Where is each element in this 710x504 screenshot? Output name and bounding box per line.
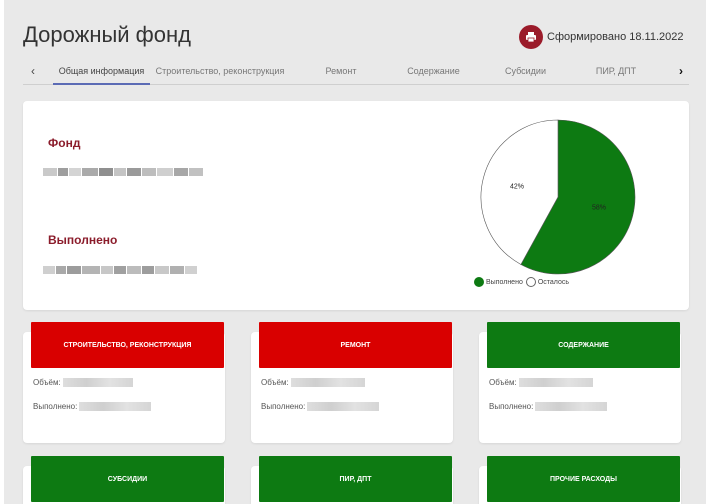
pie-label-remaining: 42% (510, 183, 524, 190)
tab-general[interactable]: Общая информация (53, 58, 150, 85)
done-value-redacted (307, 402, 380, 411)
summary-card: Фонд Выполнено 58% 42% Выполнено Осталось (23, 101, 689, 310)
legend-label-done: Выполнено (486, 278, 523, 286)
tab-repair[interactable]: Ремонт (311, 58, 371, 84)
done-label: Выполнено: (261, 402, 306, 411)
tab-bar: ‹ Общая информация Строительство, реконс… (23, 58, 689, 85)
left-border (0, 0, 4, 504)
tab-scroll-left-button[interactable]: ‹ (23, 58, 43, 84)
chevron-right-icon: › (679, 64, 683, 78)
tab-subsidies[interactable]: Субсидии (498, 58, 553, 84)
category-button-subsidies[interactable]: СУБСИДИИ (31, 456, 224, 502)
done-label: Выполнено (48, 233, 118, 247)
category-card-maintenance: СОДЕРЖАНИЕ Объём: Выполнено: (479, 322, 681, 443)
volume-label: Объём: (489, 378, 517, 387)
maintenance-done-row: Выполнено: (489, 402, 608, 411)
pie-label-done: 58% (592, 204, 606, 211)
tab-construction[interactable]: Строительство, реконструкция (156, 58, 285, 84)
pie-chart-svg: 58% 42% (480, 119, 636, 275)
category-card-construction: СТРОИТЕЛЬСТВО, РЕКОНСТРУКЦИЯ Объём: Выпо… (23, 322, 225, 443)
category-card-subsidies: СУБСИДИИ (23, 456, 225, 504)
construction-volume-row: Объём: (33, 378, 133, 387)
construction-done-row: Выполнено: (33, 402, 152, 411)
report-date: Сформировано 18.11.2022 (547, 31, 684, 43)
category-card-design: ПИР, ДПТ (251, 456, 453, 504)
volume-label: Объём: (261, 378, 289, 387)
category-button-repair[interactable]: РЕМОНТ (259, 322, 452, 368)
repair-volume-row: Объём: (261, 378, 365, 387)
done-value-redacted (79, 402, 152, 411)
fund-label: Фонд (48, 136, 81, 150)
tab-scroll-right-button[interactable]: › (671, 58, 691, 84)
dashboard-page: Дорожный фонд Сформировано 18.11.2022 ‹ … (0, 0, 710, 504)
category-button-maintenance[interactable]: СОДЕРЖАНИЕ (487, 322, 680, 368)
category-card-other: ПРОЧИЕ РАСХОДЫ (479, 456, 681, 504)
legend-swatch-done[interactable] (474, 277, 484, 287)
volume-value-redacted (62, 378, 133, 387)
maintenance-volume-row: Объём: (489, 378, 593, 387)
chevron-left-icon: ‹ (31, 64, 35, 78)
tab-maintenance[interactable]: Содержание (401, 58, 466, 84)
done-value-redacted (535, 402, 608, 411)
report-info: Сформировано 18.11.2022 (519, 25, 684, 49)
print-button[interactable] (519, 25, 543, 49)
legend-swatch-remaining[interactable] (525, 277, 536, 287)
category-button-other[interactable]: ПРОЧИЕ РАСХОДЫ (487, 456, 680, 502)
volume-label: Объём: (33, 378, 61, 387)
printer-icon (526, 32, 536, 43)
category-card-repair: РЕМОНТ Объём: Выполнено: (251, 322, 453, 443)
repair-done-row: Выполнено: (261, 402, 380, 411)
category-button-design[interactable]: ПИР, ДПТ (259, 456, 452, 502)
legend-label-remaining: Осталось (537, 278, 570, 286)
right-border (706, 0, 710, 504)
category-button-construction[interactable]: СТРОИТЕЛЬСТВО, РЕКОНСТРУКЦИЯ (31, 322, 224, 368)
volume-value-redacted (518, 378, 593, 387)
fund-value-redacted (43, 163, 204, 185)
pie-legend: Выполнено Осталось (474, 277, 569, 287)
done-label: Выполнено: (489, 402, 534, 411)
page-title: Дорожный фонд (23, 22, 192, 47)
tab-design[interactable]: ПИР, ДПТ (586, 58, 646, 84)
volume-value-redacted (290, 378, 365, 387)
pie-chart: 58% 42% (478, 117, 638, 282)
done-label: Выполнено: (33, 402, 78, 411)
done-value-redacted (43, 261, 198, 283)
